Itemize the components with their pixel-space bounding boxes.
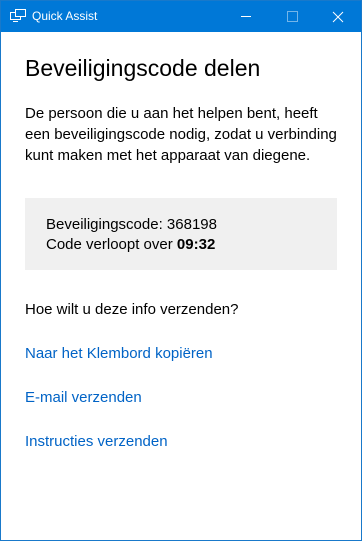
copy-to-clipboard-link[interactable]: Naar het Klembord kopiëren xyxy=(25,344,213,364)
send-method-question: Hoe wilt u deze info verzenden? xyxy=(25,301,239,318)
code-expiry-label: Code verloopt over xyxy=(46,236,173,253)
send-email-link[interactable]: E-mail verzenden xyxy=(25,388,142,408)
close-icon xyxy=(332,11,344,22)
page-title: Beveiligingscode delen xyxy=(25,55,261,81)
window-title: Quick Assist xyxy=(32,9,98,23)
maximize-icon xyxy=(286,11,298,22)
send-instructions-link[interactable]: Instructies verzenden xyxy=(25,432,168,452)
quick-assist-icon xyxy=(10,9,26,22)
description-text: De persoon die u aan het helpen bent, he… xyxy=(25,105,337,164)
maximize-button[interactable] xyxy=(269,1,315,32)
security-code-line: Beveiligingscode: 368198 xyxy=(46,215,217,235)
security-code-label: Beveiligingscode: xyxy=(46,216,163,233)
security-code-value: 368198 xyxy=(166,216,217,233)
close-button[interactable] xyxy=(315,1,361,32)
title-bar[interactable]: Quick Assist xyxy=(1,1,361,32)
minimize-button[interactable] xyxy=(223,1,269,32)
security-code-box: Beveiligingscode: 368198 Code verloopt o… xyxy=(25,198,337,270)
quick-assist-window: Quick Assist Beveiligingscode delen De p… xyxy=(0,0,362,541)
minimize-icon xyxy=(241,16,251,17)
code-expiry-line: Code verloopt over 09:32 xyxy=(46,235,215,255)
code-expiry-timer: 09:32 xyxy=(176,236,216,253)
